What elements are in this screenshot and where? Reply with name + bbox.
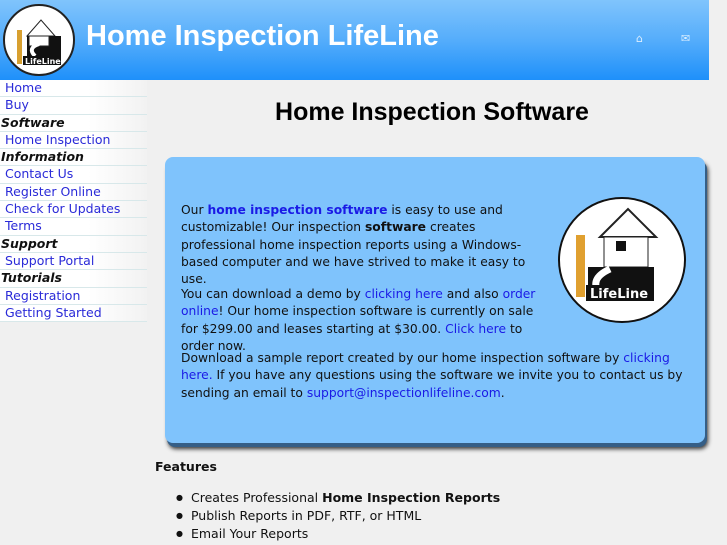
- sidebar-item-home[interactable]: Home: [0, 80, 147, 98]
- sidebar-item-register-online[interactable]: Register Online: [0, 183, 147, 202]
- sidebar-heading-support: Support: [0, 235, 147, 253]
- feature-item: Creates Professional Home Inspection Rep…: [176, 489, 500, 507]
- sidebar-item-contact-us[interactable]: Contact Us: [0, 166, 147, 184]
- home-inspection-software-link[interactable]: home inspection software: [207, 203, 387, 217]
- sidebar-item-buy[interactable]: Buy: [0, 97, 147, 115]
- site-header: LifeLine Home Inspection LifeLine ⌂ ✉: [0, 0, 709, 80]
- download-demo-link[interactable]: clicking here: [365, 287, 443, 301]
- site-title: Home Inspection LifeLine: [86, 20, 439, 52]
- sidebar-heading-tutorials: Tutorials: [0, 270, 147, 288]
- sidebar-item-support-portal[interactable]: Support Portal: [0, 252, 147, 271]
- svg-text:LifeLine: LifeLine: [590, 287, 648, 302]
- svg-text:LifeLine: LifeLine: [25, 57, 61, 66]
- sidebar-item-home-inspection[interactable]: Home Inspection: [0, 131, 147, 150]
- sidebar-nav: Home Buy Software Home Inspection Informatio…: [0, 80, 147, 323]
- intro-paragraph: Our home inspection software is easy to …: [181, 203, 526, 287]
- sidebar-heading-information: Information: [0, 149, 147, 167]
- sample-report-paragraph: Download a sample report created by our …: [181, 351, 683, 400]
- sidebar-item-registration[interactable]: Registration: [0, 287, 147, 305]
- mail-icon[interactable]: ✉: [681, 32, 690, 45]
- pricing-paragraph: You can download a demo by clicking here…: [181, 287, 536, 353]
- feature-item: Email Your Reports: [176, 525, 500, 543]
- features-heading: Features: [155, 459, 217, 474]
- page-title: Home Inspection Software: [275, 98, 589, 126]
- lifeline-logo: LifeLine: [558, 197, 686, 323]
- feature-item: Publish Reports in PDF, RTF, or HTML: [176, 507, 500, 525]
- sidebar-heading-software: Software: [0, 114, 147, 132]
- sidebar-item-check-for-updates[interactable]: Check for Updates: [0, 201, 147, 219]
- intro-panel: Our home inspection software is easy to …: [165, 157, 705, 443]
- support-email-link[interactable]: support@inspectionlifeline.com: [307, 386, 501, 400]
- home-icon[interactable]: ⌂: [636, 32, 643, 45]
- sidebar-item-terms[interactable]: Terms: [0, 218, 147, 236]
- sidebar-item-getting-started[interactable]: Getting Started: [0, 304, 147, 323]
- site-logo[interactable]: LifeLine: [3, 4, 75, 76]
- features-list: Creates Professional Home Inspection Rep…: [176, 489, 500, 543]
- order-now-link[interactable]: Click here: [445, 322, 506, 336]
